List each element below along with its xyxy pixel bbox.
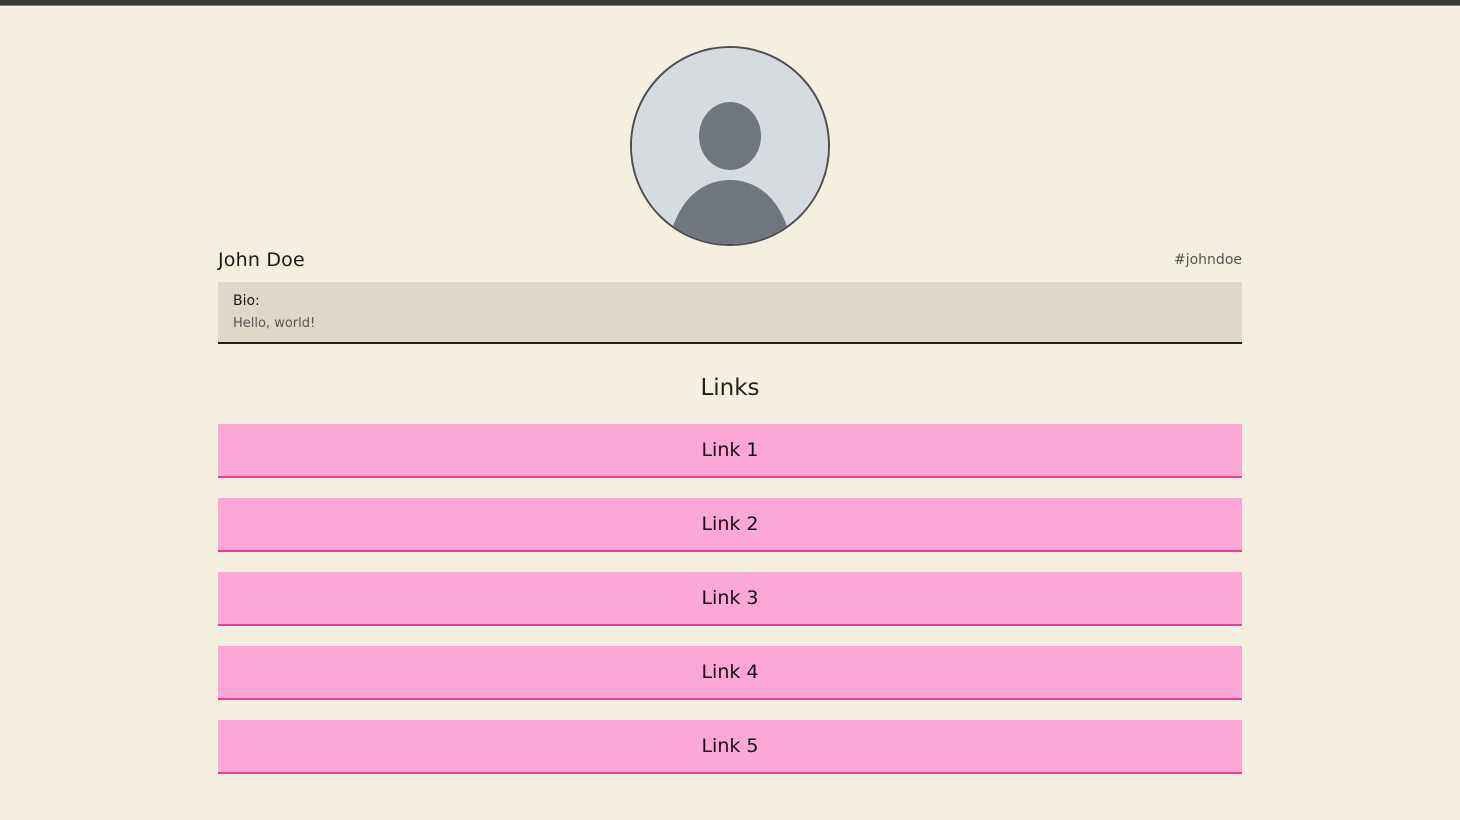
avatar: [630, 46, 830, 246]
profile-handle: #johndoe: [1174, 252, 1242, 268]
link-button-3[interactable]: Link 3: [218, 572, 1242, 626]
link-button-5[interactable]: Link 5: [218, 720, 1242, 774]
user-silhouette-icon: [632, 48, 828, 244]
bio-label: Bio:: [233, 293, 260, 309]
link-button-1[interactable]: Link 1: [218, 424, 1242, 478]
bio-text: Hello, world!: [233, 316, 316, 331]
link-button-4[interactable]: Link 4: [218, 646, 1242, 700]
links-list: Link 1 Link 2 Link 3 Link 4 Link 5: [218, 424, 1242, 794]
bio-box: Bio: Hello, world!: [218, 282, 1242, 344]
links-heading: Links: [700, 375, 760, 401]
browser-top-bar: [0, 0, 1460, 6]
profile-name: John Doe: [218, 249, 305, 271]
link-button-2[interactable]: Link 2: [218, 498, 1242, 552]
